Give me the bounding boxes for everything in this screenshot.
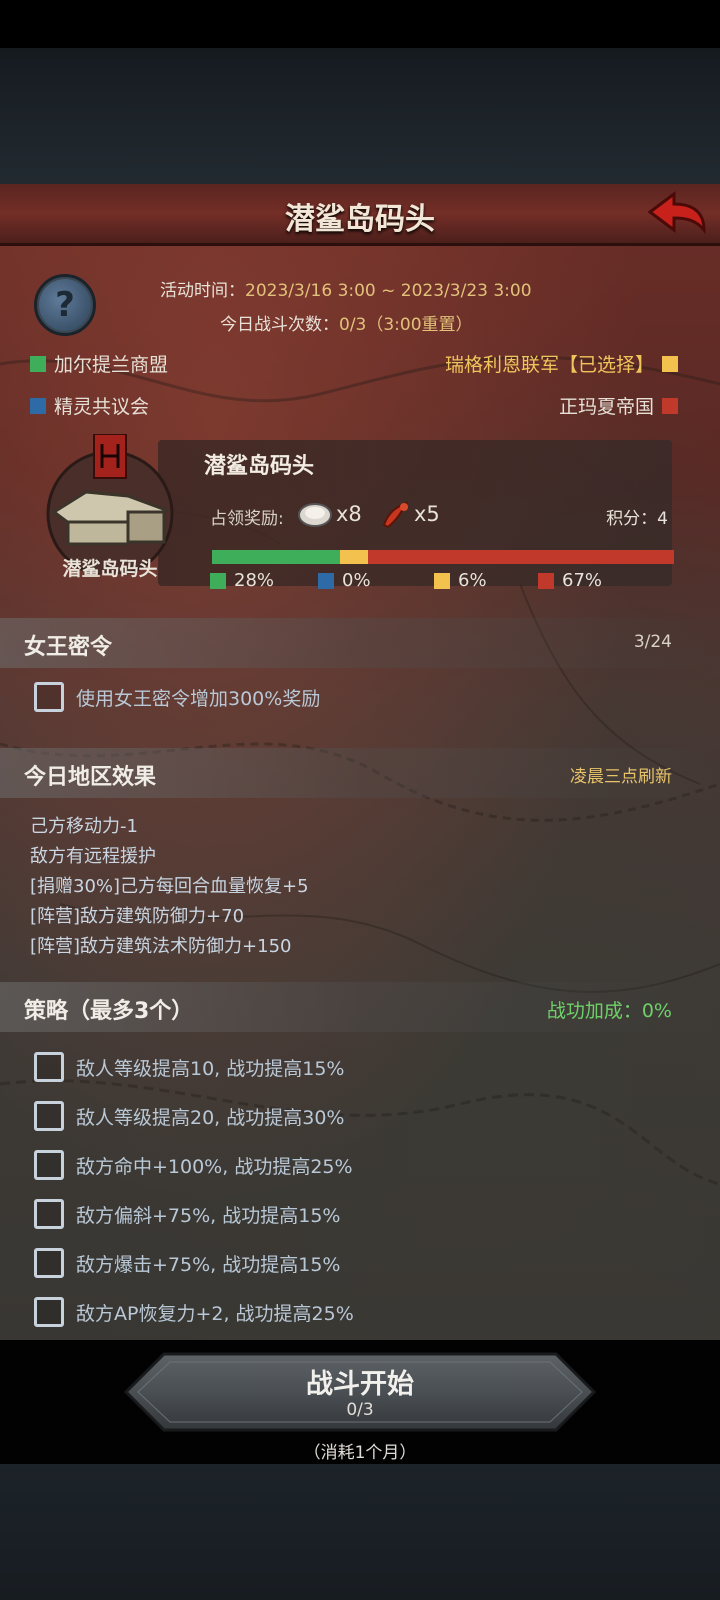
option-label: 敌方爆击+75%, 战功提高15% <box>76 1253 341 1276</box>
checkbox[interactable] <box>34 1150 64 1180</box>
effect-item: 敌方有远程援护 <box>30 846 156 867</box>
strategy-option[interactable]: 敌方偏斜+75%, 战功提高15% <box>34 1197 340 1231</box>
queen-order-header: 女王密令 3/24 <box>0 618 720 668</box>
checkbox[interactable] <box>34 1052 64 1082</box>
faction-color-swatch <box>662 355 678 372</box>
start-battle-label: 战斗开始 <box>306 1369 414 1400</box>
checkbox[interactable] <box>34 1199 64 1229</box>
pct-blue: 0% <box>318 570 371 591</box>
effect-item: 己方移动力-1 <box>30 816 138 837</box>
bar-segment-green <box>212 550 341 564</box>
checkbox[interactable] <box>34 1101 64 1131</box>
strategy-option[interactable]: 敌方爆击+75%, 战功提高15% <box>34 1246 340 1280</box>
battle-count-label: 今日战斗次数： <box>220 315 339 335</box>
faction-distribution-bar <box>212 550 674 564</box>
bottom-backdrop <box>0 1464 720 1600</box>
reward-count: x8 <box>336 502 362 526</box>
option-label: 敌方AP恢复力+2, 战功提高25% <box>76 1302 354 1325</box>
reward-oyster: x8 <box>296 498 362 530</box>
refresh-note: 凌晨三点刷新 <box>570 767 672 787</box>
reward-lobster: x5 <box>378 498 440 530</box>
oyster-icon <box>298 503 332 527</box>
location-icon-label: 潜鲨岛码头 <box>62 558 158 580</box>
action-bar: 战斗开始 0/3 （消耗1个月） <box>0 1340 720 1464</box>
section-title: 策略（最多3个） <box>24 999 194 1024</box>
option-label: 敌方命中+100%, 战功提高25% <box>76 1155 353 1178</box>
battle-count-value: 0/3（3:00重置） <box>339 315 473 335</box>
faction-left-0: 加尔提兰商盟 <box>30 350 168 377</box>
activity-time-label: 活动时间： <box>160 281 245 301</box>
help-button[interactable]: ? <box>34 274 96 336</box>
section-title: 今日地区效果 <box>24 765 157 790</box>
checkbox[interactable] <box>34 682 64 712</box>
color-swatch <box>434 572 450 589</box>
page-title: 潜鲨岛码头 <box>285 202 435 237</box>
lobster-icon <box>382 501 409 529</box>
strategy-header: 策略（最多3个） 战功加成：0% <box>0 982 720 1032</box>
pct-value: 28% <box>234 570 275 591</box>
pct-value: 67% <box>562 570 603 591</box>
faction-right-0: 瑞格利恩联军【已选择】 <box>445 350 678 377</box>
faction-name: 正玛夏帝国 <box>558 396 654 418</box>
queen-order-count: 3/24 <box>633 632 672 652</box>
strategy-option[interactable]: 敌人等级提高20, 战功提高30% <box>34 1099 345 1133</box>
status-bar-area <box>0 0 720 48</box>
faction-right-1: 正玛夏帝国 <box>559 392 678 419</box>
option-label: 敌方偏斜+75%, 战功提高15% <box>76 1204 341 1227</box>
pct-value: 6% <box>458 570 487 591</box>
faction-color-swatch <box>30 397 46 414</box>
top-backdrop <box>0 48 720 184</box>
strategy-option[interactable]: 敌人等级提高10, 战功提高15% <box>34 1050 345 1084</box>
cost-label: （消耗1个月） <box>303 1443 417 1463</box>
pct-red: 67% <box>538 570 602 591</box>
checkbox[interactable] <box>34 1248 64 1278</box>
start-battle-count: 0/3 <box>346 1400 374 1420</box>
faction-color-swatch <box>30 355 46 372</box>
checkbox[interactable] <box>34 1297 64 1327</box>
faction-color-swatch <box>662 397 678 414</box>
faction-left-1: 精灵共议会 <box>30 392 149 419</box>
activity-time-value: 2023/3/16 3:00 ~ 2023/3/23 3:00 <box>245 281 532 301</box>
reward-label: 占领奖励: <box>210 509 284 529</box>
effect-item: [捐赠30%]己方每回合血量恢复+5 <box>30 876 309 897</box>
activity-time: 活动时间：2023/3/16 3:00 ~ 2023/3/23 3:00 <box>160 276 532 301</box>
strategy-option[interactable]: 敌方AP恢复力+2, 战功提高25% <box>34 1295 354 1329</box>
pct-yellow: 6% <box>434 570 487 591</box>
option-label: 使用女王密令增加300%奖励 <box>76 687 321 710</box>
event-panel: 潜鲨岛码头 ? 活动时间：2023/3/16 3:00 ~ 2023/3/23 … <box>0 184 720 1340</box>
faction-name: 加尔提兰商盟 <box>54 354 169 376</box>
bar-segment-yellow <box>340 550 368 564</box>
merit-bonus: 战功加成：0% <box>546 1000 672 1022</box>
back-arrow-icon[interactable] <box>646 190 708 236</box>
option-label: 敌人等级提高20, 战功提高30% <box>76 1106 345 1129</box>
section-title: 女王密令 <box>24 635 113 660</box>
reward-count: x5 <box>414 502 440 526</box>
color-swatch <box>210 572 226 589</box>
effect-item: [阵营]敌方建筑防御力+70 <box>30 906 245 927</box>
option-label: 敌人等级提高10, 战功提高15% <box>76 1057 345 1080</box>
color-swatch <box>538 572 554 589</box>
dock-building-icon[interactable] <box>40 434 180 574</box>
question-icon: ? <box>55 285 75 325</box>
regional-effects-header: 今日地区效果 凌晨三点刷新 <box>0 748 720 798</box>
strategy-option[interactable]: 敌方命中+100%, 战功提高25% <box>34 1148 353 1182</box>
faction-name: 精灵共议会 <box>54 396 150 418</box>
color-swatch <box>318 572 334 589</box>
score: 积分：4 <box>606 509 668 529</box>
pct-value: 0% <box>342 570 371 591</box>
bar-segment-red <box>367 550 674 564</box>
faction-name: 瑞格利恩联军【已选择】 <box>444 354 654 376</box>
battle-count: 今日战斗次数：0/3（3:00重置） <box>220 310 473 335</box>
location-name: 潜鲨岛码头 <box>204 454 315 479</box>
pct-green: 28% <box>210 570 274 591</box>
queen-order-option[interactable]: 使用女王密令增加300%奖励 <box>34 680 320 714</box>
effect-item: [阵营]敌方建筑法术防御力+150 <box>30 936 292 957</box>
